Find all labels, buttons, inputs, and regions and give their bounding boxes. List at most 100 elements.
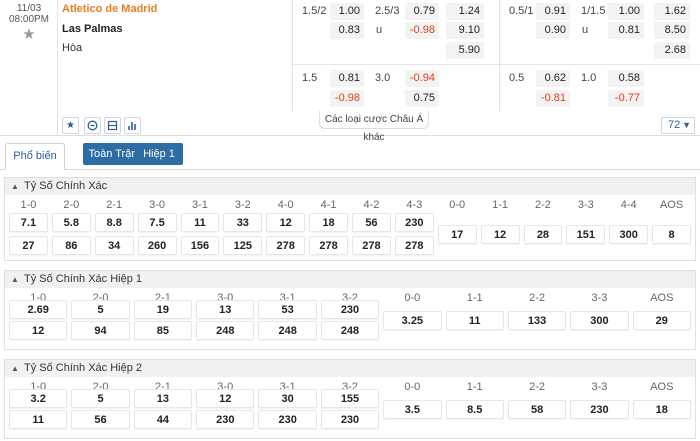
h1-ou-under-odds[interactable]: 0.81 [608,22,644,39]
score-odds-button[interactable]: 230 [196,410,255,429]
score-odds-button[interactable]: 248 [196,321,255,340]
score-odds-button[interactable]: 85 [133,321,193,340]
section-header[interactable]: ▲ Tỷ Số Chính Xác Hiệp 2 [5,360,695,377]
score-odds-button[interactable]: 27 [9,236,48,255]
score-odds-button[interactable]: 5.8 [51,213,91,232]
score-odds-button[interactable]: 13 [133,389,193,408]
score-odds-button[interactable]: 7.1 [9,213,48,232]
h1-alt-hdp-away-odds[interactable]: -0.81 [536,90,570,107]
score-odds-button[interactable]: 151 [566,225,606,244]
score-odds-button[interactable]: 230 [320,300,380,319]
score-odds-button[interactable]: 155 [320,389,380,408]
tab-popular[interactable]: Phổ biến [5,143,65,170]
score-odds-button[interactable]: 12 [9,321,68,340]
score-odds-button[interactable]: 8 [652,225,691,244]
score-odds-button[interactable]: 11 [445,311,504,330]
score-odds-button[interactable]: 12 [196,389,255,408]
score-odds-button[interactable]: 248 [320,321,380,340]
away-team[interactable]: Las Palmas [62,23,123,35]
h1-1x2-away-odds[interactable]: 8.50 [654,22,690,39]
score-odds-button[interactable]: 33 [223,213,263,232]
score-odds-button[interactable]: 5 [71,300,130,319]
score-odds-button[interactable]: 12 [266,213,306,232]
score-odds-button[interactable]: 2.69 [9,300,68,319]
score-odds-button[interactable]: 19 [133,300,193,319]
h1-alt-ou-under-odds[interactable]: -0.77 [608,90,644,107]
score-odds-button[interactable]: 156 [180,236,220,255]
score-odds-button[interactable]: 44 [133,410,193,429]
ft-alt-hdp-away-odds[interactable]: -0.98 [330,90,364,107]
section-header[interactable]: ▲ Tỷ Số Chính Xác [5,178,695,195]
score-odds-button[interactable]: 7.5 [137,213,177,232]
score-odds-button[interactable]: 230 [320,410,380,429]
favorite-star-icon[interactable]: ★ [0,25,58,43]
score-odds-button[interactable]: 17 [437,225,477,244]
home-team[interactable]: Atletico de Madrid [62,3,157,15]
score-odds-button[interactable]: 11 [9,410,68,429]
score-odds-button[interactable]: 34 [94,236,134,255]
ft-alt-ou-under-odds[interactable]: 0.75 [405,90,439,107]
score-odds-button[interactable]: 12 [480,225,520,244]
ft-ou-over-odds[interactable]: 0.79 [405,3,439,20]
ft-alt-ou-over-odds[interactable]: -0.94 [405,70,439,87]
h1-1x2-draw-odds[interactable]: 2.68 [654,42,690,59]
score-odds-button[interactable]: 278 [352,236,391,255]
bar-chart-icon[interactable] [124,117,141,134]
more-asian-bets-link[interactable]: Các loại cược Châu Á khác [319,111,429,143]
score-odds-button[interactable]: 53 [258,300,317,319]
score-odds-button[interactable]: 278 [266,236,306,255]
score-odds-button[interactable]: 278 [394,236,434,255]
h1-1x2-home-odds[interactable]: 1.62 [654,3,690,20]
stats-list-icon[interactable] [104,117,121,134]
score-odds-button[interactable]: 86 [51,236,91,255]
ft-1x2-home-odds[interactable]: 1.24 [446,3,484,20]
tab-full-time[interactable]: Toàn Trận [83,143,143,165]
match-time: 08:00PM [8,14,50,25]
score-odds-button[interactable]: 125 [223,236,263,255]
score-odds-button[interactable]: 260 [137,236,177,255]
score-odds-button[interactable]: 58 [507,400,567,419]
score-odds-button[interactable]: 8.8 [94,213,134,232]
score-odds-button[interactable]: 56 [71,410,130,429]
score-odds-button[interactable]: 18 [632,400,691,419]
section-header[interactable]: ▲ Tỷ Số Chính Xác Hiệp 1 [5,271,695,288]
ft-ou-under-odds[interactable]: -0.98 [405,22,439,39]
score-odds-button[interactable]: 30 [258,389,317,408]
h1-alt-hdp-home-odds[interactable]: 0.62 [536,70,570,87]
score-odds-button[interactable]: 56 [352,213,391,232]
score-odds-button[interactable]: 248 [258,321,317,340]
scoreboard-icon[interactable] [84,117,101,134]
h1-hdp-home-odds[interactable]: 0.91 [536,3,570,20]
score-odds-button[interactable]: 3.25 [383,311,442,330]
ft-hdp-away-odds[interactable]: 0.83 [330,22,364,39]
score-odds-button[interactable]: 13 [196,300,255,319]
section-title: Tỷ Số Chính Xác Hiệp 1 [24,273,143,285]
score-odds-button[interactable]: 29 [632,311,691,330]
h1-alt-ou-over-odds[interactable]: 0.58 [608,70,644,87]
ft-1x2-draw-odds[interactable]: 5.90 [446,42,484,59]
score-odds-button[interactable]: 3.5 [383,400,442,419]
score-odds-button[interactable]: 278 [309,236,348,255]
score-odds-button[interactable]: 133 [507,311,567,330]
score-odds-button[interactable]: 3.2 [9,389,68,408]
score-header: AOS [659,199,684,211]
score-odds-button[interactable]: 230 [258,410,317,429]
score-odds-button[interactable]: 18 [309,213,348,232]
market-count-dropdown[interactable]: 72 ▼ [661,117,695,134]
tab-first-half[interactable]: Hiệp 1 [135,143,183,165]
star-icon[interactable]: ★ [62,117,79,134]
score-odds-button[interactable]: 8.5 [445,400,504,419]
score-odds-button[interactable]: 94 [71,321,130,340]
score-odds-button[interactable]: 5 [71,389,130,408]
score-odds-button[interactable]: 300 [609,225,649,244]
ft-hdp-home-odds[interactable]: 1.00 [330,3,364,20]
ft-alt-hdp-home-odds[interactable]: 0.81 [330,70,364,87]
score-odds-button[interactable]: 230 [570,400,629,419]
ft-1x2-away-odds[interactable]: 9.10 [446,22,484,39]
score-odds-button[interactable]: 28 [523,225,563,244]
h1-ou-over-odds[interactable]: 1.00 [608,3,644,20]
score-odds-button[interactable]: 11 [180,213,220,232]
score-odds-button[interactable]: 300 [570,311,629,330]
h1-hdp-away-odds[interactable]: 0.90 [536,22,570,39]
score-odds-button[interactable]: 230 [394,213,434,232]
